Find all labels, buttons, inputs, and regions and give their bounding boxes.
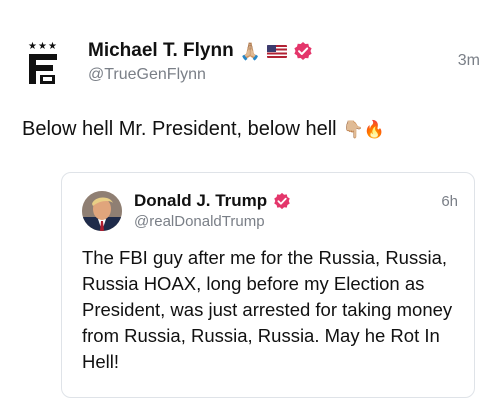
general-flynn-logo-icon bbox=[29, 54, 57, 84]
post-timestamp[interactable]: 3m bbox=[458, 52, 480, 70]
us-flag-icon bbox=[266, 44, 287, 58]
pointing-down-fire-icon: 👇🏼🔥 bbox=[342, 120, 385, 139]
quoted-author-name-row: Donald J. Trump bbox=[134, 190, 291, 212]
praying-hands-icon: 🙏🏼 bbox=[239, 41, 261, 61]
post-card: ★★★ Michael T. Flynn 🙏🏼 @TrueGenFlynn 3m… bbox=[0, 0, 500, 415]
quoted-post-header: Donald J. Trump @realDonaldTrump bbox=[134, 190, 291, 230]
verified-badge-icon bbox=[293, 41, 313, 61]
profile-photo bbox=[82, 191, 122, 231]
quoted-post-card[interactable]: Donald J. Trump @realDonaldTrump 6h The … bbox=[61, 172, 475, 398]
author-handle[interactable]: @TrueGenFlynn bbox=[88, 66, 480, 84]
author-name-row: Michael T. Flynn 🙏🏼 bbox=[88, 38, 480, 64]
post-text-content: Below hell Mr. President, below hell bbox=[22, 118, 337, 140]
post-text: Below hell Mr. President, below hell 👇🏼🔥 bbox=[22, 118, 385, 141]
quoted-author-handle[interactable]: @realDonaldTrump bbox=[134, 213, 291, 230]
avatar-stars: ★★★ bbox=[28, 41, 58, 52]
post-header: Michael T. Flynn 🙏🏼 @TrueGenFlynn bbox=[88, 38, 480, 84]
verified-badge-icon bbox=[273, 192, 291, 210]
quoted-author-display-name[interactable]: Donald J. Trump bbox=[134, 191, 267, 211]
quoted-author-avatar[interactable] bbox=[82, 191, 122, 231]
quoted-post-text: The FBI guy after me for the Russia, Rus… bbox=[82, 247, 453, 372]
author-avatar[interactable]: ★★★ bbox=[22, 42, 64, 86]
author-display-name[interactable]: Michael T. Flynn bbox=[88, 40, 234, 62]
quoted-post-timestamp[interactable]: 6h bbox=[441, 193, 458, 210]
